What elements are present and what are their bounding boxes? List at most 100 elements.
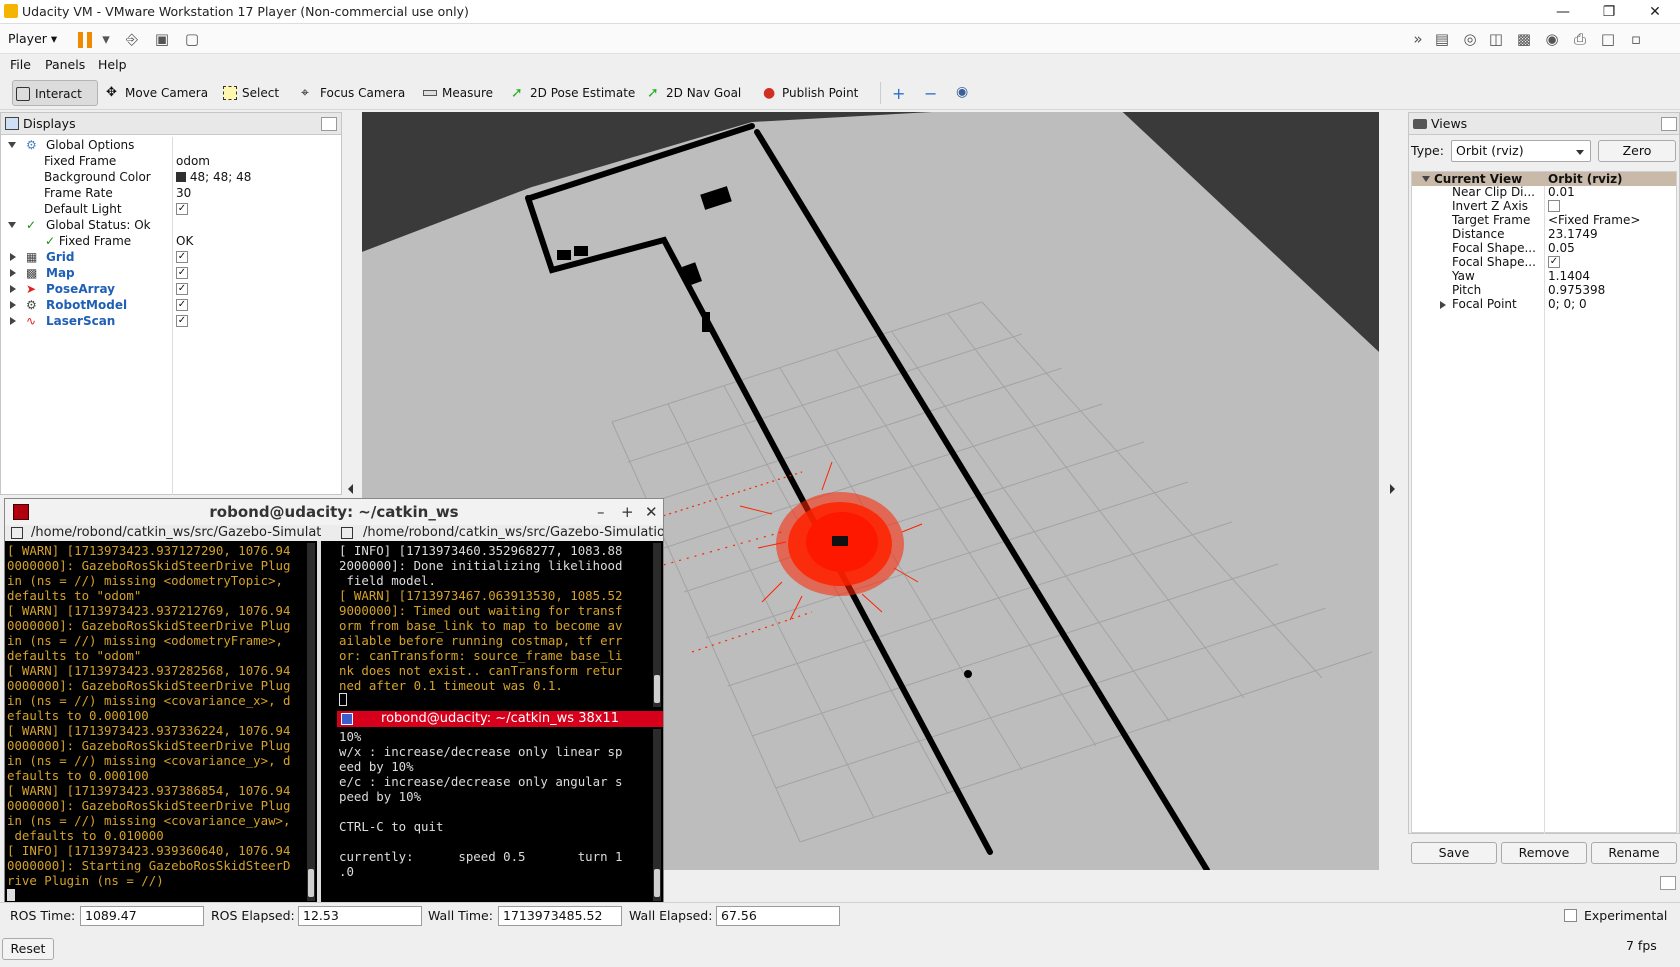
panel-float-button[interactable]	[321, 117, 337, 131]
teleop-scrollbar[interactable]	[653, 729, 661, 901]
vm-window-title: Udacity VM - VMware Workstation 17 Playe…	[22, 4, 469, 19]
laser-scan-icon: ∿	[26, 314, 37, 328]
grid-checkbox[interactable]: ✓	[176, 251, 188, 263]
display-icon[interactable]: □	[1598, 30, 1618, 48]
vm-title-bar: Udacity VM - VMware Workstation 17 Playe…	[0, 0, 1680, 24]
panel-float-button[interactable]	[1661, 117, 1677, 131]
default-light-checkbox[interactable]: ✓	[176, 203, 188, 215]
map-checkbox[interactable]: ✓	[176, 267, 188, 279]
unity-icon[interactable]: ▢	[182, 30, 202, 48]
wall-time-field[interactable]: 1713973485.52	[498, 906, 622, 926]
restore-icon[interactable]: ❐	[1586, 0, 1632, 24]
tool-select[interactable]: Select	[220, 80, 279, 106]
display-laserscan[interactable]: ∿ LaserScan	[1, 313, 341, 329]
ros-elapsed-label: ROS Elapsed:	[211, 908, 295, 923]
expand-arrow-icon[interactable]	[10, 317, 16, 325]
laserscan-checkbox[interactable]: ✓	[176, 315, 188, 327]
more-devices-icon[interactable]: »	[1408, 30, 1428, 48]
terminal-close-icon[interactable]: ✕	[645, 499, 658, 525]
tree-global-options[interactable]: ⚙ Global Options	[1, 137, 341, 153]
fullscreen-icon[interactable]: ▣	[152, 30, 172, 48]
terminal-maximize-icon[interactable]: +	[621, 499, 634, 525]
tool-2d-nav-goal[interactable]: ➚ 2D Nav Goal	[644, 80, 741, 106]
printer-icon[interactable]: ⎙	[1570, 30, 1590, 48]
expand-arrow-icon[interactable]	[10, 253, 16, 261]
collapse-left-icon[interactable]	[348, 484, 356, 496]
terminal-left-scrollbar[interactable]	[307, 543, 315, 901]
pause-icon[interactable]	[78, 32, 92, 48]
map-icon: ▩	[26, 266, 38, 280]
terminal-cursor	[339, 693, 347, 706]
display-robotmodel[interactable]: ⚙ RobotModel	[1, 297, 341, 313]
close-icon[interactable]: ✕	[1632, 0, 1678, 24]
network-icon[interactable]: ◫	[1486, 30, 1506, 48]
collapse-right-icon[interactable]	[1388, 484, 1396, 496]
cd-icon[interactable]: ◎	[1460, 30, 1480, 48]
expand-arrow-icon[interactable]	[10, 285, 16, 293]
expand-arrow-icon[interactable]	[10, 301, 16, 309]
views-panel: Views Type: Orbit (rviz) Zero Current Vi…	[1408, 112, 1680, 834]
tool-2d-pose-estimate[interactable]: ➚ 2D Pose Estimate	[508, 80, 635, 106]
terminal-tab-2[interactable]: /home/robond/catkin_ws/src/Gazebo-Simula…	[363, 525, 663, 541]
tool-focus-camera[interactable]: ⌖ Focus Camera	[298, 80, 405, 106]
menu-help[interactable]: Help	[98, 57, 127, 72]
terminal-window[interactable]: robond@udacity: ~/catkin_ws – + ✕ /home/…	[4, 498, 664, 903]
wall-time-label: Wall Time:	[428, 908, 493, 923]
player-menu-button[interactable]: Player ▾	[8, 31, 57, 46]
zero-button[interactable]: Zero	[1598, 140, 1676, 162]
terminal-tab-1[interactable]: /home/robond/catkin_ws/src/Gazebo-Simula…	[31, 525, 321, 541]
add-tool-icon[interactable]: +	[892, 84, 905, 103]
terminal-right-scrollbar[interactable]	[653, 543, 661, 707]
tool-publish-point[interactable]: ● Publish Point	[760, 80, 858, 106]
focal-shape-checkbox[interactable]: ✓	[1548, 256, 1560, 268]
prop-near-clip-value[interactable]: 0.01	[1548, 184, 1575, 200]
expand-arrow-icon[interactable]	[1440, 301, 1446, 309]
expand-arrow-icon[interactable]	[1422, 176, 1430, 182]
prop-frame-rate-value[interactable]: 30	[176, 185, 191, 201]
ros-time-field[interactable]: 1089.47	[80, 906, 204, 926]
expand-arrow-icon[interactable]	[8, 222, 16, 228]
sound-icon[interactable]: ◉	[1542, 30, 1562, 48]
wall-elapsed-field[interactable]: 67.56	[716, 906, 840, 926]
expand-arrow-icon[interactable]	[10, 269, 16, 277]
tool-move-camera[interactable]: ✥ Move Camera	[103, 80, 208, 106]
pause-dropdown-icon[interactable]: ▾	[96, 30, 116, 48]
rename-button[interactable]: Rename	[1591, 842, 1677, 864]
hdd-icon[interactable]: ▤	[1432, 30, 1452, 48]
minimize-icon[interactable]: —	[1540, 0, 1586, 24]
display-map[interactable]: ▩ Map	[1, 265, 341, 281]
prop-focal-point-value[interactable]: 0; 0; 0	[1548, 296, 1587, 312]
terminal-minimize-icon[interactable]: –	[597, 499, 605, 525]
invert-z-checkbox[interactable]	[1548, 200, 1560, 212]
ros-elapsed-field[interactable]: 12.53	[298, 906, 422, 926]
send-ctrl-alt-del-icon[interactable]: ⎆	[122, 30, 142, 48]
experimental-checkbox[interactable]	[1564, 909, 1577, 922]
tool-interact[interactable]: Interact	[12, 80, 98, 106]
remove-tool-icon[interactable]: −	[924, 84, 937, 103]
robotmodel-checkbox[interactable]: ✓	[176, 299, 188, 311]
settings-icon[interactable]: ▫	[1626, 30, 1646, 48]
reset-button[interactable]: Reset	[2, 938, 54, 960]
save-button[interactable]: Save	[1411, 842, 1497, 864]
usb-icon[interactable]: ▩	[1514, 30, 1534, 48]
prop-fixed-frame-value[interactable]: odom	[176, 153, 210, 169]
menu-file[interactable]: File	[10, 57, 31, 72]
eye-icon[interactable]: ◉	[956, 84, 968, 100]
display-grid[interactable]: ▦ Grid	[1, 249, 341, 265]
views-column-divider	[1544, 186, 1545, 834]
prop-focal-shape-size-value[interactable]: 0.05	[1548, 240, 1575, 256]
view-type-select[interactable]: Orbit (rviz)	[1451, 140, 1591, 162]
expand-arrow-icon[interactable]	[8, 142, 16, 148]
time-panel-float-button[interactable]	[1660, 876, 1676, 890]
teleop-icon	[341, 713, 353, 725]
terminal-pane-splitter[interactable]	[317, 541, 321, 903]
prop-bg-color-value[interactable]: 48; 48; 48	[176, 169, 251, 185]
posearray-checkbox[interactable]: ✓	[176, 283, 188, 295]
tool-measure[interactable]: Measure	[420, 80, 493, 106]
ros-time-label: ROS Time:	[10, 908, 76, 923]
display-posearray[interactable]: ➤ PoseArray	[1, 281, 341, 297]
remove-button[interactable]: Remove	[1501, 842, 1587, 864]
menu-panels[interactable]: Panels	[45, 57, 85, 72]
move-camera-icon: ✥	[106, 85, 117, 100]
tree-global-status[interactable]: ✓ Global Status: Ok	[1, 217, 341, 233]
